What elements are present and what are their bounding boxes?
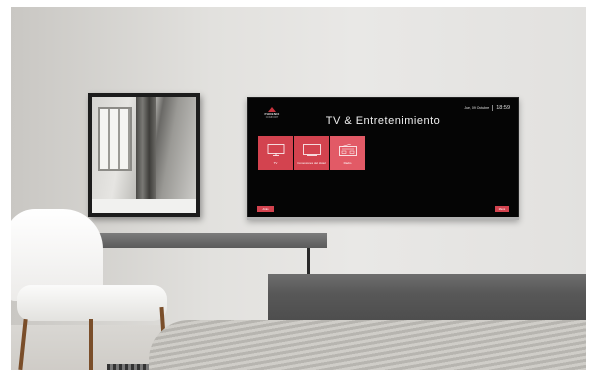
wall-desk <box>99 233 327 248</box>
back-button[interactable]: Atrás <box>257 206 274 212</box>
bed <box>149 320 586 370</box>
reflected-curtain <box>136 97 156 213</box>
page-title: TV & Entretenimiento <box>325 115 441 127</box>
date-text: Jue, 09 Octubre <box>464 106 490 110</box>
tv-bottom-edge <box>247 217 519 220</box>
tile-hotel-connections[interactable]: Conexiones del Hotel <box>294 136 329 170</box>
tile-label: Conexiones del Hotel <box>297 161 326 165</box>
media-console <box>268 274 586 322</box>
wall-mirror <box>88 93 200 217</box>
room-scene: PHOENIX COMFORT Jue, 09 Octubre 18:59 TV… <box>11 7 586 370</box>
chair-seat <box>17 285 167 321</box>
tile-tv[interactable]: TV <box>258 136 293 170</box>
status-bar: Jue, 09 Octubre 18:59 <box>464 105 510 111</box>
tv-screen: PHOENIX COMFORT Jue, 09 Octubre 18:59 TV… <box>247 97 519 219</box>
chair-leg <box>89 319 93 370</box>
tile-radio[interactable]: Radio <box>330 136 365 170</box>
tv-icon <box>267 144 284 156</box>
clock-text: 18:59 <box>496 105 510 111</box>
menu-tiles: TV Conexiones del Hotel Radio <box>258 136 365 170</box>
reflected-bed <box>92 199 196 213</box>
radio-icon <box>338 144 357 156</box>
menu-button[interactable]: Menú <box>495 206 509 212</box>
status-divider <box>492 105 494 111</box>
tile-label: TV <box>273 161 278 165</box>
screen-cast-icon <box>302 144 321 156</box>
tile-label: Radio <box>343 161 352 165</box>
reflected-window <box>98 107 132 171</box>
mirror-reflection <box>92 97 196 213</box>
